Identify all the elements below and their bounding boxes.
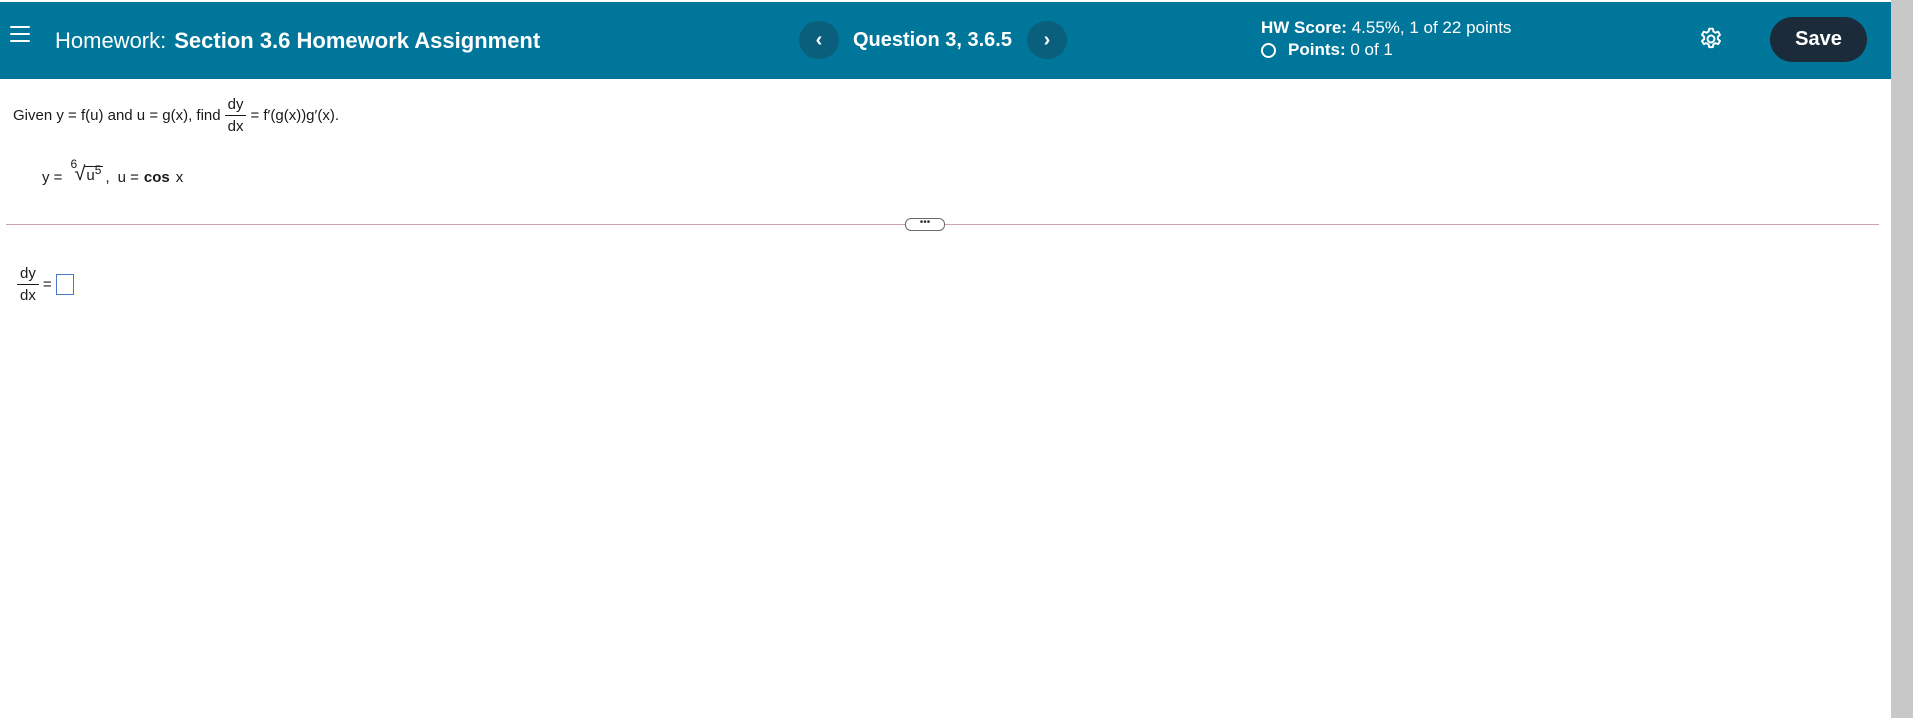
answer-fraction-denominator: dx [20,287,36,304]
fraction-denominator: dx [227,118,244,135]
root-index: 6 [70,157,78,171]
header-bar: Homework: Section 3.6 Homework Assignment… [0,2,1891,79]
given-functions: y = 6 √u5 , u = cos x [42,157,184,186]
answer-line: dy dx = [13,263,74,306]
assignment-name: Section 3.6 Homework Assignment [174,28,541,53]
derivative-fraction: dy dx [224,94,247,137]
given-prefix: Given y = f(u) and u = g(x), find [13,107,221,124]
next-question-button[interactable]: › [1027,21,1067,59]
question-label: Question 3, 3.6.5 [853,29,1012,51]
u-equals: u = [117,169,139,186]
cos-function: cos [143,169,170,186]
question-prompt: Given y = f(u) and u = g(x), find dy dx … [13,94,339,137]
points-status-circle-icon [1261,42,1276,58]
hw-score-label: HW Score: [1261,18,1347,37]
y-equals: y = [42,169,63,186]
radicand-base: u [86,167,95,184]
divider-handle[interactable]: ••• [905,218,945,231]
radicand-exponent: 5 [94,163,102,177]
points-value: 0 of 1 [1350,40,1393,59]
answer-fraction-numerator: dy [17,263,39,285]
save-button[interactable]: Save [1770,17,1867,62]
gear-icon[interactable] [1698,26,1724,52]
previous-question-button[interactable]: ‹ [799,21,839,59]
points-row: Points: 0 of 1 [1261,39,1511,61]
chain-rule-formula: = f′(g(x))g′(x). [250,107,339,124]
points-label: Points: [1288,40,1346,59]
answer-equals: = [42,276,52,293]
homework-title: Homework: Section 3.6 Homework Assignment [55,28,540,54]
comma: , [105,169,110,186]
scrollbar-thumb[interactable] [1891,0,1913,718]
answer-input[interactable] [55,274,74,295]
radicand: u5 [84,163,104,184]
score-block: HW Score: 4.55%, 1 of 22 points Points: … [1261,17,1511,61]
answer-fraction: dy dx [17,263,39,306]
hamburger-menu-icon[interactable] [10,26,30,48]
sixth-root-expression: 6 √u5 [68,157,104,186]
hw-score-row: HW Score: 4.55%, 1 of 22 points [1261,17,1511,39]
homework-prefix: Homework: [55,28,167,53]
fraction-numerator: dy [224,94,247,116]
hw-score-value: 4.55%, 1 of 22 points [1351,18,1512,37]
cos-variable: x [175,169,184,186]
scrollbar[interactable] [1891,0,1913,718]
